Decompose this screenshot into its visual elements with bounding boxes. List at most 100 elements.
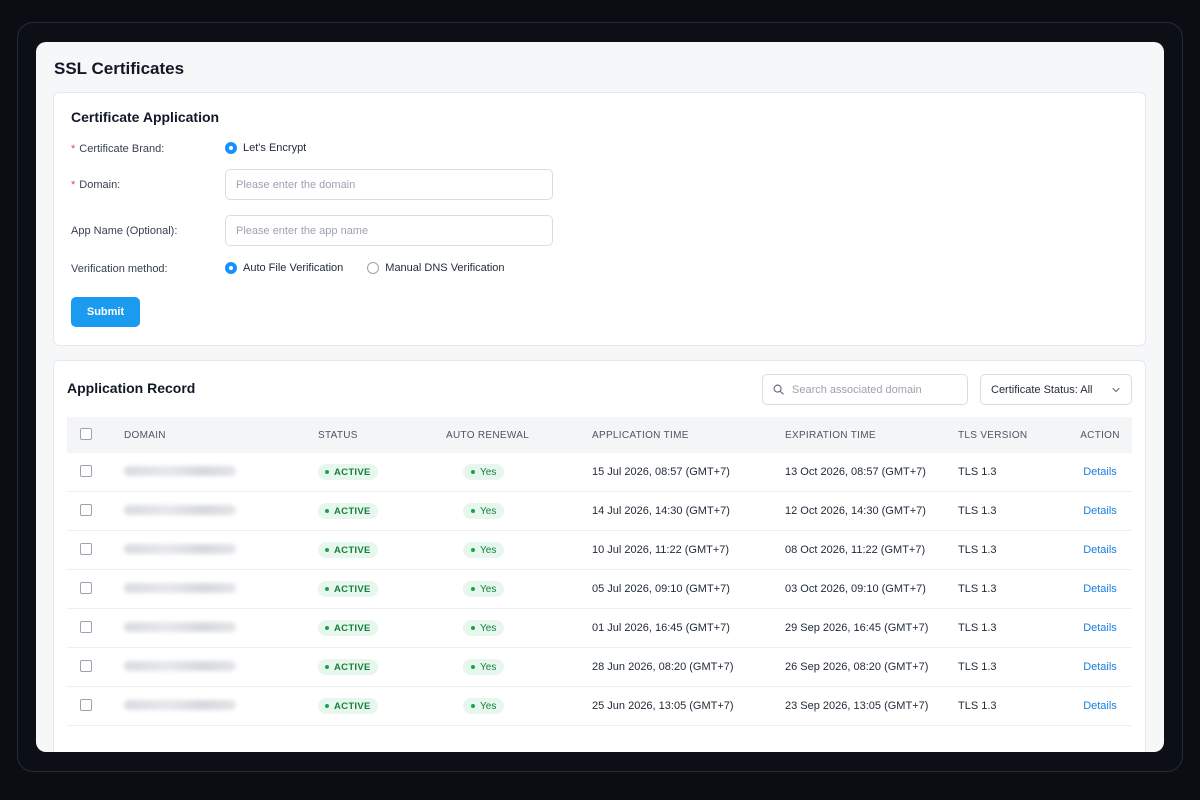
certificate-application-card: Certificate Application * Certificate Bra… xyxy=(53,92,1146,346)
table-row: ACTIVE Yes 28 Jun 2026, 08:20 (GMT+7) 26… xyxy=(67,648,1132,687)
status-badge: ACTIVE xyxy=(318,659,378,675)
details-link[interactable]: Details xyxy=(1083,583,1117,595)
header-auto-renewal[interactable]: AUTO RENEWAL xyxy=(446,430,592,441)
application-card-title: Certificate Application xyxy=(71,109,220,125)
radio-unchecked-icon[interactable] xyxy=(367,262,380,274)
application-time-cell: 25 Jun 2026, 13:05 (GMT+7) xyxy=(592,700,734,712)
verification-option-manual-dns[interactable]: Manual DNS Verification xyxy=(367,262,505,274)
auto-renewal-badge: Yes xyxy=(463,698,505,714)
application-time-cell: 15 Jul 2026, 08:57 (GMT+7) xyxy=(592,466,730,478)
redacted-domain xyxy=(124,699,236,710)
auto-renewal-badge: Yes xyxy=(463,503,505,519)
required-mark: * xyxy=(71,179,76,191)
row-checkbox[interactable] xyxy=(80,464,92,477)
table-row: ACTIVE Yes 05 Jul 2026, 09:10 (GMT+7) 03… xyxy=(67,570,1132,609)
redacted-domain xyxy=(124,504,236,515)
table-row: ACTIVE Yes 25 Jun 2026, 13:05 (GMT+7) 23… xyxy=(67,687,1132,726)
tls-version-cell: TLS 1.3 xyxy=(958,583,997,595)
expiration-time-cell: 29 Sep 2026, 16:45 (GMT+7) xyxy=(785,622,929,634)
status-badge: ACTIVE xyxy=(318,620,378,636)
expiration-time-cell: 26 Sep 2026, 08:20 (GMT+7) xyxy=(785,661,929,673)
redacted-domain xyxy=(124,621,236,632)
details-link[interactable]: Details xyxy=(1083,505,1117,517)
details-link[interactable]: Details xyxy=(1083,661,1117,673)
row-checkbox[interactable] xyxy=(80,503,92,516)
renewal-dot-icon xyxy=(471,626,475,630)
renewal-dot-icon xyxy=(471,665,475,669)
application-time-cell: 14 Jul 2026, 14:30 (GMT+7) xyxy=(592,505,730,517)
table-header: DOMAIN STATUS AUTO RENEWAL APPLICATION T… xyxy=(67,417,1132,453)
submit-button[interactable]: Submit xyxy=(71,297,140,327)
status-badge: ACTIVE xyxy=(318,581,378,597)
status-dot-icon xyxy=(325,626,329,630)
status-badge: ACTIVE xyxy=(318,542,378,558)
header-domain[interactable]: DOMAIN xyxy=(124,430,318,441)
application-time-cell: 28 Jun 2026, 08:20 (GMT+7) xyxy=(592,661,734,673)
tls-version-cell: TLS 1.3 xyxy=(958,466,997,478)
status-badge: ACTIVE xyxy=(318,464,378,480)
status-dot-icon xyxy=(325,587,329,591)
status-badge: ACTIVE xyxy=(318,503,378,519)
row-checkbox[interactable] xyxy=(80,698,92,711)
header-expiration-time[interactable]: EXPIRATION TIME xyxy=(785,430,958,441)
search-icon xyxy=(773,384,784,395)
certificate-status-select[interactable]: Certificate Status: All xyxy=(980,374,1132,405)
select-all-checkbox[interactable] xyxy=(80,427,92,440)
renewal-dot-icon xyxy=(471,470,475,474)
status-dot-icon xyxy=(325,665,329,669)
tls-version-cell: TLS 1.3 xyxy=(958,622,997,634)
expiration-time-cell: 23 Sep 2026, 13:05 (GMT+7) xyxy=(785,700,929,712)
domain-search-input[interactable] xyxy=(792,383,952,396)
brand-option-letsencrypt[interactable]: Let's Encrypt xyxy=(225,142,306,154)
domain-search-box[interactable] xyxy=(762,374,968,405)
auto-renewal-badge: Yes xyxy=(463,464,505,480)
app-name-label: App Name (Optional): xyxy=(71,225,178,237)
row-checkbox[interactable] xyxy=(80,659,92,672)
details-link[interactable]: Details xyxy=(1083,622,1117,634)
main-window: SSL Certificates Certificate Application… xyxy=(36,42,1164,752)
tls-version-cell: TLS 1.3 xyxy=(958,505,997,517)
redacted-domain xyxy=(124,660,236,671)
expiration-time-cell: 03 Oct 2026, 09:10 (GMT+7) xyxy=(785,583,926,595)
radio-checked-icon[interactable] xyxy=(225,142,237,154)
status-dot-icon xyxy=(325,470,329,474)
expiration-time-cell: 08 Oct 2026, 11:22 (GMT+7) xyxy=(785,544,926,556)
row-checkbox[interactable] xyxy=(80,542,92,555)
verification-label: Verification method: xyxy=(71,263,168,275)
header-application-time[interactable]: APPLICATION TIME xyxy=(592,430,785,441)
status-dot-icon xyxy=(325,509,329,513)
tls-version-cell: TLS 1.3 xyxy=(958,700,997,712)
records-table: DOMAIN STATUS AUTO RENEWAL APPLICATION T… xyxy=(67,417,1132,726)
table-row: ACTIVE Yes 15 Jul 2026, 08:57 (GMT+7) 13… xyxy=(67,453,1132,492)
tls-version-cell: TLS 1.3 xyxy=(958,661,997,673)
details-link[interactable]: Details xyxy=(1083,466,1117,478)
status-select-value: Certificate Status: All xyxy=(991,383,1093,396)
redacted-domain xyxy=(124,582,236,593)
renewal-dot-icon xyxy=(471,704,475,708)
status-dot-icon xyxy=(325,704,329,708)
domain-input[interactable] xyxy=(225,169,553,200)
expiration-time-cell: 13 Oct 2026, 08:57 (GMT+7) xyxy=(785,466,926,478)
row-checkbox[interactable] xyxy=(80,620,92,633)
radio-checked-icon[interactable] xyxy=(225,262,237,274)
renewal-dot-icon xyxy=(471,509,475,513)
header-status[interactable]: STATUS xyxy=(318,430,446,441)
renewal-dot-icon xyxy=(471,548,475,552)
status-dot-icon xyxy=(325,548,329,552)
row-checkbox[interactable] xyxy=(80,581,92,594)
renewal-dot-icon xyxy=(471,587,475,591)
table-row: ACTIVE Yes 10 Jul 2026, 11:22 (GMT+7) 08… xyxy=(67,531,1132,570)
redacted-domain xyxy=(124,543,236,554)
application-time-cell: 01 Jul 2026, 16:45 (GMT+7) xyxy=(592,622,730,634)
details-link[interactable]: Details xyxy=(1083,700,1117,712)
verification-option-auto-file[interactable]: Auto File Verification xyxy=(225,262,343,274)
details-link[interactable]: Details xyxy=(1083,544,1117,556)
auto-renewal-badge: Yes xyxy=(463,542,505,558)
redacted-domain xyxy=(124,465,236,476)
required-mark: * xyxy=(71,143,76,155)
app-name-input[interactable] xyxy=(225,215,553,246)
auto-renewal-badge: Yes xyxy=(463,659,505,675)
table-row: ACTIVE Yes 01 Jul 2026, 16:45 (GMT+7) 29… xyxy=(67,609,1132,648)
header-tls-version[interactable]: TLS VERSION xyxy=(958,430,1068,441)
status-badge: ACTIVE xyxy=(318,698,378,714)
